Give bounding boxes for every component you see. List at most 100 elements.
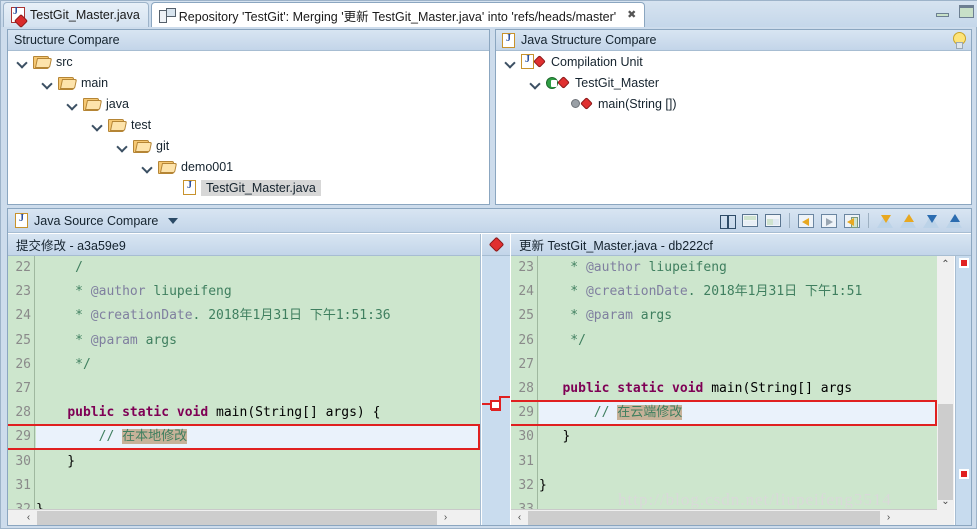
java-source-compare-panel: Java Source Compare	[7, 208, 972, 526]
tree-item-label: java	[106, 96, 129, 111]
code-line[interactable]: /	[36, 256, 480, 280]
code-line[interactable]: }	[539, 425, 937, 449]
chevron-down-icon[interactable]	[529, 77, 541, 89]
code-token: //	[98, 429, 123, 445]
folder-icon	[83, 97, 99, 111]
next-change-button[interactable]	[921, 211, 941, 230]
previous-change-button[interactable]	[944, 211, 964, 230]
overview-ruler-mark[interactable]	[959, 258, 969, 268]
lightbulb-icon[interactable]	[952, 32, 966, 49]
center-change-gutter[interactable]	[482, 234, 510, 525]
chevron-down-icon[interactable]	[141, 161, 153, 173]
code-line[interactable]: * @param args	[36, 329, 480, 353]
maximize-button[interactable]	[959, 5, 974, 18]
scroll-left-icon[interactable]: ‹	[20, 509, 37, 525]
scroll-right-icon[interactable]: ›	[437, 509, 454, 525]
code-line[interactable]	[539, 450, 937, 474]
code-line[interactable]	[36, 474, 480, 498]
copy-all-left-to-right-button[interactable]	[796, 211, 816, 230]
left-hscroll-thumb[interactable]	[37, 510, 437, 525]
left-line-numbers: 222324252627282930313233	[8, 256, 35, 509]
code-line-changed[interactable]: // 在本地修改	[36, 425, 480, 450]
show-ancestor-pane-button[interactable]	[740, 211, 760, 230]
right-code-area[interactable]: 23 24 25 26 27 28 29 30 31 32 33 * @author liupeif…	[511, 256, 937, 509]
right-pane-header: 更新 TestGit_Master.java - db222cf	[511, 234, 971, 256]
chevron-down-icon[interactable]	[116, 140, 128, 152]
tree-item[interactable]: main(String [])	[496, 93, 971, 114]
tree-item[interactable]: TestGit_Master	[496, 72, 971, 93]
previous-change-icon	[945, 213, 963, 228]
view-menu-caret-icon[interactable]	[168, 217, 179, 224]
right-hscroll-thumb[interactable]	[528, 510, 880, 525]
close-icon[interactable]: ✖	[627, 9, 636, 21]
structure-compare-panel: Structure Compare src main java test git demo…	[7, 29, 490, 205]
code-token: *	[36, 284, 91, 300]
tab-repository-merging[interactable]: Repository 'TestGit': Merging '更新 TestGi…	[150, 2, 646, 27]
tree-item[interactable]: test	[8, 114, 489, 135]
code-line[interactable]	[36, 377, 480, 401]
line-number: 29	[518, 405, 534, 421]
right-horizontal-scrollbar[interactable]: ‹ ›	[511, 509, 937, 525]
tree-item[interactable]: src	[8, 51, 489, 72]
code-line-changed[interactable]: // 在云端修改	[539, 401, 937, 426]
tree-item[interactable]: git	[8, 135, 489, 156]
code-token: //	[593, 405, 618, 421]
code-line[interactable]: * @param args	[539, 304, 937, 328]
change-diamond-icon	[580, 97, 593, 110]
code-line[interactable]	[539, 353, 937, 377]
code-line[interactable]: public static void main(String[] args	[539, 377, 937, 401]
editor-tab-bar: TestGit_Master.java Repository 'TestGit'…	[1, 1, 977, 27]
code-line[interactable]: * @creationDate. 2018年1月31日 下午1:51	[539, 280, 937, 304]
minimize-button[interactable]	[936, 12, 949, 17]
chevron-down-icon[interactable]	[91, 119, 103, 131]
code-line[interactable]: public static void main(String[] args) {	[36, 401, 480, 425]
scroll-right-icon[interactable]: ›	[880, 509, 897, 525]
code-line[interactable]: */	[36, 353, 480, 377]
code-line[interactable]: * @creationDate. 2018年1月31日 下午1:51:36	[36, 304, 480, 328]
folder-icon	[108, 118, 124, 132]
right-source-text[interactable]: * @author liupeifeng * @creationDate. 20…	[539, 256, 937, 509]
tab-testgit-master-java[interactable]: TestGit_Master.java	[3, 2, 149, 27]
code-line[interactable]: }	[36, 498, 480, 509]
code-line[interactable]	[539, 498, 937, 509]
code-line[interactable]: * @author liupeifeng	[539, 256, 937, 280]
tree-item[interactable]: Compilation Unit	[496, 51, 971, 72]
copy-current-change-button[interactable]	[842, 211, 862, 230]
left-code-area[interactable]: 222324252627282930313233 / * @author liu…	[8, 256, 480, 509]
previous-difference-button[interactable]	[898, 211, 918, 230]
overview-ruler-mark[interactable]	[959, 469, 969, 479]
tree-item[interactable]: java	[8, 93, 489, 114]
switch-two-way-compare-button[interactable]	[717, 211, 737, 230]
scroll-left-icon[interactable]: ‹	[511, 509, 528, 525]
java-structure-compare-tree[interactable]: Compilation Unit TestGit_Master main(Strin…	[496, 51, 971, 204]
change-diamond-icon	[488, 236, 504, 253]
chevron-down-icon[interactable]	[41, 77, 53, 89]
code-line[interactable]: }	[539, 474, 937, 498]
tree-item-label: src	[56, 54, 73, 69]
next-change-icon	[922, 213, 940, 228]
overview-ruler[interactable]	[955, 256, 971, 525]
next-difference-button[interactable]	[875, 211, 895, 230]
right-vertical-scrollbar[interactable]: ⌃ ⌄	[937, 256, 954, 525]
changed-token: 在云端修改	[617, 405, 683, 421]
toggle-orientation-button[interactable]	[763, 211, 783, 230]
right-vscroll-thumb[interactable]	[938, 404, 953, 500]
scroll-up-icon[interactable]: ⌃	[937, 256, 954, 272]
scroll-down-icon[interactable]: ⌄	[937, 493, 954, 509]
line-number: 25	[15, 332, 31, 348]
chevron-down-icon[interactable]	[66, 98, 78, 110]
code-token: @param	[90, 332, 138, 348]
left-horizontal-scrollbar[interactable]: ‹ ›	[8, 509, 480, 525]
code-line[interactable]: */	[539, 329, 937, 353]
change-diamond-icon	[557, 76, 570, 89]
copy-all-right-to-left-button[interactable]	[819, 211, 839, 230]
structure-compare-tree[interactable]: src main java testgit demo001 TestGit_Master.…	[8, 51, 489, 204]
code-line[interactable]: }	[36, 450, 480, 474]
chevron-down-icon[interactable]	[504, 56, 516, 68]
left-source-text[interactable]: / * @author liupeifeng * @creationDate. …	[36, 256, 480, 509]
chevron-down-icon[interactable]	[16, 56, 28, 68]
code-line[interactable]: * @author liupeifeng	[36, 280, 480, 304]
tree-item[interactable]: TestGit_Master.java	[8, 177, 489, 198]
tree-item[interactable]: main	[8, 72, 489, 93]
tree-item[interactable]: demo001	[8, 156, 489, 177]
